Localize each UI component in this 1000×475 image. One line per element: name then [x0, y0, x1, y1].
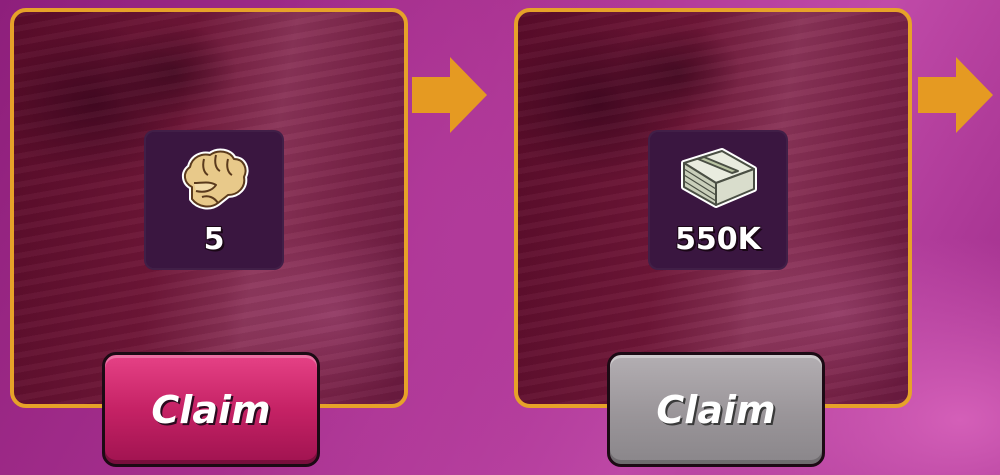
cash-stack-icon	[648, 144, 788, 214]
claim-button-disabled[interactable]: Claim	[607, 352, 825, 467]
arrow-right-icon	[412, 57, 487, 133]
reward-amount: 550K	[675, 222, 761, 257]
reward-tile: 550K	[648, 130, 788, 270]
reward-tile: 5	[144, 130, 284, 270]
reward-card-1: 5	[10, 8, 408, 408]
fist-icon	[144, 144, 284, 214]
reward-card-2: 550K	[514, 8, 912, 408]
reward-amount: 5	[203, 222, 225, 257]
claim-button[interactable]: Claim	[102, 352, 320, 467]
arrow-right-icon	[918, 57, 993, 133]
